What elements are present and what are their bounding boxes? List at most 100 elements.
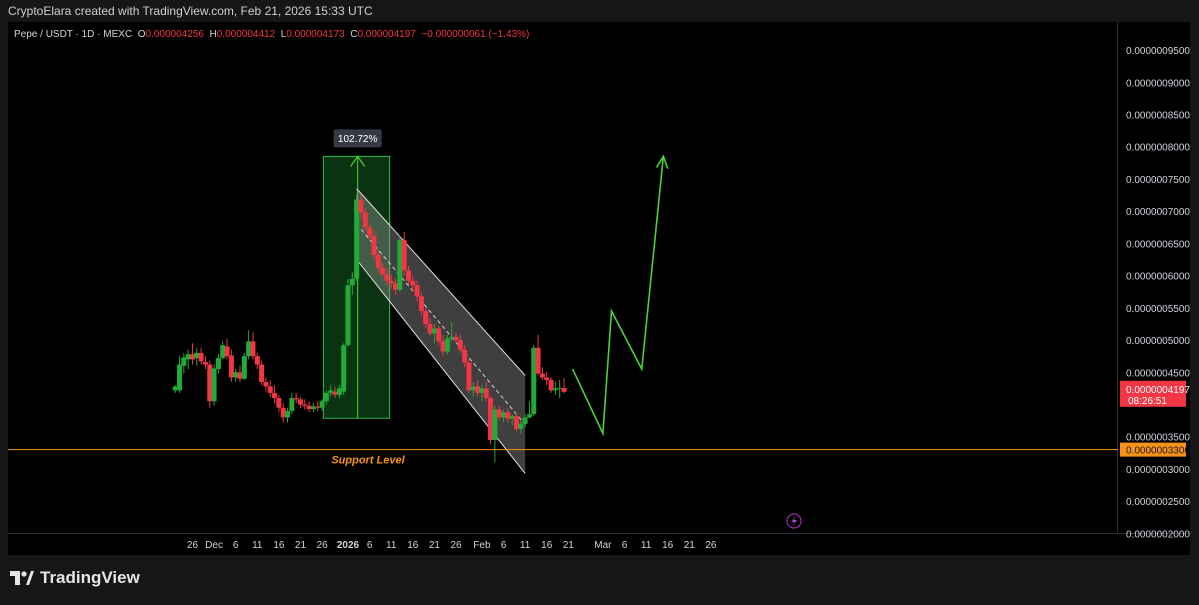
price-tick-label: 0.0000007500 <box>1126 175 1190 186</box>
candle-body <box>483 388 489 399</box>
candle[interactable] <box>259 360 265 386</box>
candle[interactable] <box>280 403 286 423</box>
candle[interactable] <box>233 369 239 382</box>
support-price-value: 0.0000003300 <box>1126 446 1190 457</box>
candle[interactable] <box>224 338 230 360</box>
candle[interactable] <box>548 377 554 393</box>
candle[interactable] <box>285 407 291 423</box>
time-tick-label: 16 <box>662 540 674 551</box>
candle[interactable] <box>254 352 260 370</box>
time-tick-label: 21 <box>429 540 441 551</box>
candle[interactable] <box>345 278 351 347</box>
price-tick-label: 0.0000008000 <box>1126 143 1190 154</box>
change-value: −0.000000061 (−1.43%) <box>421 29 530 40</box>
price-tick-label: 0.0000007000 <box>1126 207 1190 218</box>
candle[interactable] <box>557 380 563 399</box>
candle-body <box>237 372 243 379</box>
candle[interactable] <box>306 401 312 413</box>
candle-body <box>293 398 299 400</box>
candle-body <box>250 341 256 357</box>
candle[interactable] <box>207 360 213 408</box>
candle-body <box>345 285 351 346</box>
candle[interactable] <box>488 394 494 445</box>
candle[interactable] <box>246 330 252 360</box>
time-tick-label: Feb <box>473 540 491 551</box>
candle[interactable] <box>315 401 321 411</box>
price-tick-label: 0.0000006000 <box>1126 272 1190 283</box>
candle-body <box>371 235 377 255</box>
candle[interactable] <box>466 359 472 393</box>
candle[interactable] <box>354 195 360 281</box>
candle[interactable] <box>194 347 200 366</box>
candle[interactable] <box>293 392 299 404</box>
candle-body <box>444 338 450 352</box>
candle[interactable] <box>289 392 295 415</box>
candle[interactable] <box>181 352 187 374</box>
support-level-label: Support Level <box>331 455 405 467</box>
event-lightning-icon[interactable] <box>786 513 802 529</box>
candle-body <box>254 356 260 365</box>
candle-body <box>207 364 213 402</box>
time-tick-label: 26 <box>317 540 329 551</box>
candle[interactable] <box>552 381 558 395</box>
candle[interactable] <box>237 365 243 382</box>
candle-body <box>526 414 532 418</box>
candle-body <box>393 283 399 290</box>
candle[interactable] <box>276 394 282 413</box>
candle[interactable] <box>310 403 316 413</box>
candle-body <box>436 328 442 342</box>
candle[interactable] <box>401 231 407 276</box>
candle-body <box>462 349 468 363</box>
candle-body <box>548 380 554 391</box>
candle-body <box>492 409 498 440</box>
time-tick-label: 6 <box>622 540 628 551</box>
symbol-label[interactable]: Pepe / USDT · 1D · MEXC <box>14 29 132 40</box>
candle-body <box>449 336 455 339</box>
candle-body <box>181 357 187 366</box>
candle[interactable] <box>185 349 191 370</box>
price-tick-label: 0.0000004500 <box>1126 368 1190 379</box>
time-tick-label: 16 <box>273 540 285 551</box>
projection-path[interactable] <box>571 156 665 437</box>
candle[interactable] <box>202 356 208 370</box>
candle-body <box>349 278 355 286</box>
candlestick-chart[interactable]: 102.72% Support Level 0.0000009500 0.00000… <box>0 0 1199 555</box>
candle-body <box>522 417 528 424</box>
candle[interactable] <box>535 334 541 376</box>
tradingview-logo[interactable]: TradingView <box>10 568 140 588</box>
candle[interactable] <box>267 380 273 397</box>
candle[interactable] <box>526 401 532 419</box>
candle[interactable] <box>250 332 256 360</box>
candle[interactable] <box>297 396 303 408</box>
candle[interactable] <box>272 385 278 404</box>
candle[interactable] <box>302 399 308 410</box>
candle[interactable] <box>492 405 498 463</box>
candle[interactable] <box>172 385 178 393</box>
candle[interactable] <box>561 377 567 394</box>
candle[interactable] <box>198 347 204 365</box>
candle[interactable] <box>513 413 519 432</box>
candle[interactable] <box>263 377 269 392</box>
candle[interactable] <box>189 343 195 365</box>
candle[interactable] <box>177 356 183 393</box>
candle-body <box>518 423 524 429</box>
candle[interactable] <box>544 372 550 386</box>
high-label: H <box>209 29 217 40</box>
candle[interactable] <box>215 354 221 374</box>
candle-body <box>272 392 278 399</box>
candle[interactable] <box>397 235 403 292</box>
candle-body <box>501 412 507 418</box>
candle[interactable] <box>341 343 347 395</box>
time-tick-label: 21 <box>563 540 575 551</box>
candle[interactable] <box>531 345 537 417</box>
candle[interactable] <box>220 341 226 360</box>
candle-body <box>388 280 394 284</box>
time-tick-label: 6 <box>367 540 373 551</box>
candle[interactable] <box>241 352 247 381</box>
event-icon-bolt <box>791 516 797 526</box>
candle-body <box>453 336 459 341</box>
candle[interactable] <box>211 364 217 406</box>
candle[interactable] <box>228 349 234 382</box>
candle[interactable] <box>539 367 545 381</box>
price-tick-label: 0.0000006500 <box>1126 239 1190 250</box>
